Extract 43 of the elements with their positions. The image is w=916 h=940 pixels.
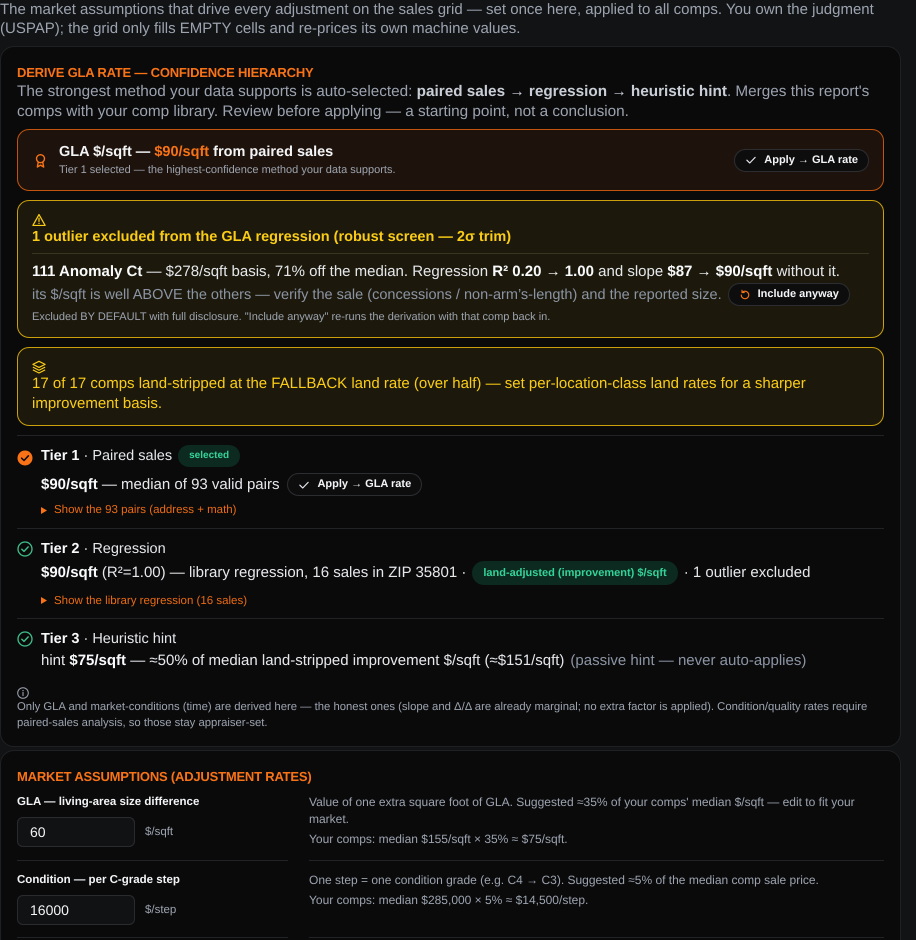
rate-help-text: Your comps: median $155/sqft × 35% ≈ $75/sqft. <box>309 831 569 848</box>
rotate-icon <box>738 288 751 300</box>
recommendation-subtitle: Tier 1 selected — the highest-confidence method your data supports. <box>59 163 397 178</box>
rate-input[interactable]: 16000 <box>17 895 135 925</box>
warning-icon <box>32 213 46 227</box>
recommendation-title: GLA $/sqft — $90/sqft from paired sales <box>59 143 334 162</box>
outlier-note: its $/sqft is well ABOVE the others — verify the sale (concessions / non-arm’s-length) and the reported size. <box>32 286 722 304</box>
check-icon <box>745 154 758 166</box>
tier-heading: Tier 1 · Paired sales <box>41 447 172 466</box>
rate-help-text: Value of one extra square foot of GLA. Suggested ≈35% of your comps' median $/sqft — edit to fit your market. <box>309 794 856 828</box>
method-footnote: Only GLA and market-conditions (time) are derived here — the honest ones (slope and Δ/Δ are already marginal; no extra factor is applied). Condition/quality rates require paired-sales analysis, so those stay appraiser-set. <box>17 700 868 731</box>
award-icon <box>34 152 47 168</box>
info-icon <box>17 687 29 699</box>
panel-description: The strongest method your data supports is auto-selected: paired sales → regression → heuristic hint. Merges this report's comps with your comp library. Review before applying — a starting point, not a conclusion. <box>17 82 870 122</box>
rate-help-text: Your comps: median $285,000 × 5% ≈ $14,500/step. <box>309 892 590 909</box>
selected-badge: selected <box>178 445 240 467</box>
intro-text: The market assumptions that drive every adjustment on the sales grid — set once here, applied to all comps. You own the judgment (USPAP); the grid only fills EMPTY cells and re-prices its own machine values. <box>0 0 875 38</box>
apply-button[interactable]: Apply → GLA rate <box>287 473 422 496</box>
apply-button[interactable]: Apply → GLA rate <box>734 148 869 172</box>
include-anyway-button[interactable]: Include anyway <box>728 283 850 306</box>
tier-summary: $90/sqft — median of 93 valid pairs <box>41 474 280 494</box>
land-rate-message: 17 of 17 comps land-stripped at the FALLBACK land rate (over half) — set per-location-class land rates for a sharper improvement basis. <box>32 374 807 414</box>
tier-summary: · 1 outlier excluded <box>684 562 810 582</box>
rate-help-text: One step = one condition grade (e.g. C4 → C3). Suggested ≈5% of the median comp sale price. <box>309 872 820 889</box>
rate-label: GLA — living-area size difference <box>17 795 200 810</box>
disclosure-toggle[interactable]: Show the library regression (16 sales) <box>41 592 248 608</box>
unit-label: $/step <box>145 904 176 916</box>
unit-label: $/sqft <box>145 826 174 838</box>
layers-icon <box>32 360 46 374</box>
notice-title: 1 outlier excluded from the GLA regression (robust screen — 2σ trim) <box>32 228 512 247</box>
tier-heading: Tier 2 · Regression <box>41 540 166 558</box>
panel-title: DERIVE GLA RATE — CONFIDENCE HIERARCHY <box>17 64 314 82</box>
tier-summary: $90/sqft (R²=1.00) — library regression, 16 sales in ZIP 35801 · <box>41 562 466 582</box>
rate-input[interactable]: 60 <box>17 817 135 847</box>
outlier-description: 111 Anomaly Ct — $278/sqft basis, 71% off the median. Regression R² 0.20 → 1.00 and slope $87 → $90/sqft without it. <box>32 262 841 282</box>
panel-title: MARKET ASSUMPTIONS (ADJUSTMENT RATES) <box>17 768 312 786</box>
rate-label: Condition — per C-grade step <box>17 873 181 888</box>
hint-note: (passive hint — never auto-applies) <box>570 651 806 671</box>
disclosure-toggle[interactable]: Show the 93 pairs (address + math) <box>41 502 236 518</box>
tier-heading: Tier 3 · Heuristic hint <box>41 630 176 649</box>
tier-summary: hint $75/sqft — ≈50% of median land-stripped improvement $/sqft (≈$151/sqft) <box>41 651 564 671</box>
method-badge: land-adjusted (improvement) $/sqft <box>472 560 678 584</box>
notice-footnote: Excluded BY DEFAULT with full disclosure. "Include anyway" re-runs the derivation with that comp back in. <box>32 310 552 325</box>
